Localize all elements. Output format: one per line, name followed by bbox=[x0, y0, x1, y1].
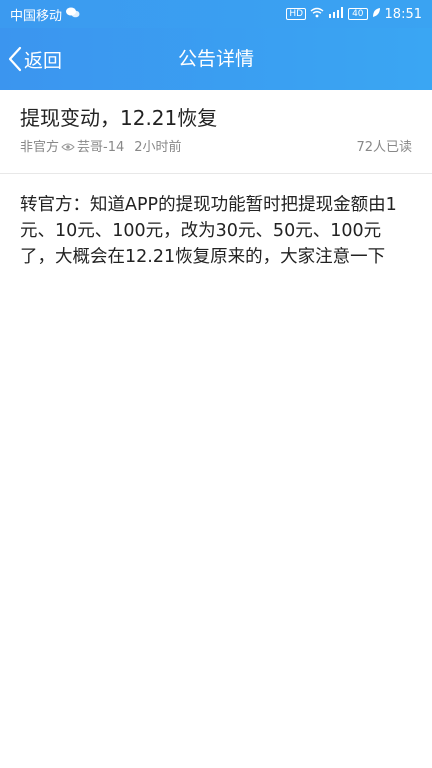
post-meta: 非官方 芸哥-14 2小时前 72人已读 bbox=[20, 136, 412, 155]
carrier-name: 中国移动 bbox=[10, 8, 63, 24]
chevron-left-icon bbox=[8, 46, 22, 72]
post-body: 转官方：知道APP的提现功能暂时把提现金额由1元、10元、100元，改为30元、… bbox=[20, 195, 397, 267]
leaf-icon bbox=[372, 7, 381, 22]
signal-icon bbox=[328, 6, 344, 22]
nav-bar: 返回 公告详情 bbox=[0, 28, 432, 90]
post-meta-left: 非官方 芸哥-14 2小时前 bbox=[20, 136, 182, 155]
post-time: 2小时前 bbox=[134, 140, 182, 155]
read-count: 72人已读 bbox=[356, 140, 412, 155]
status-bar-left: 中国移动 bbox=[10, 5, 84, 24]
back-label: 返回 bbox=[24, 49, 63, 72]
post-author[interactable]: 芸哥-14 bbox=[77, 136, 124, 155]
eye-icon bbox=[61, 141, 75, 151]
status-bar-right: HD 40 18:51 bbox=[286, 6, 422, 22]
back-button[interactable]: 返回 bbox=[8, 28, 62, 90]
clock-time: 18:51 bbox=[384, 6, 422, 22]
post-source: 非官方 bbox=[20, 140, 60, 155]
page-title: 公告详情 bbox=[177, 48, 254, 70]
battery-icon: 40 bbox=[348, 8, 368, 20]
wechat-icon bbox=[66, 7, 80, 22]
status-bar: 中国移动 HD 40 18:51 bbox=[0, 0, 432, 28]
wifi-icon bbox=[310, 7, 324, 22]
post-header: 提现变动，12.21恢复 非官方 芸哥-14 2小时前 72人已读 bbox=[0, 90, 432, 174]
post-title: 提现变动，12.21恢复 bbox=[20, 106, 218, 130]
hd-badge: HD bbox=[286, 8, 307, 20]
